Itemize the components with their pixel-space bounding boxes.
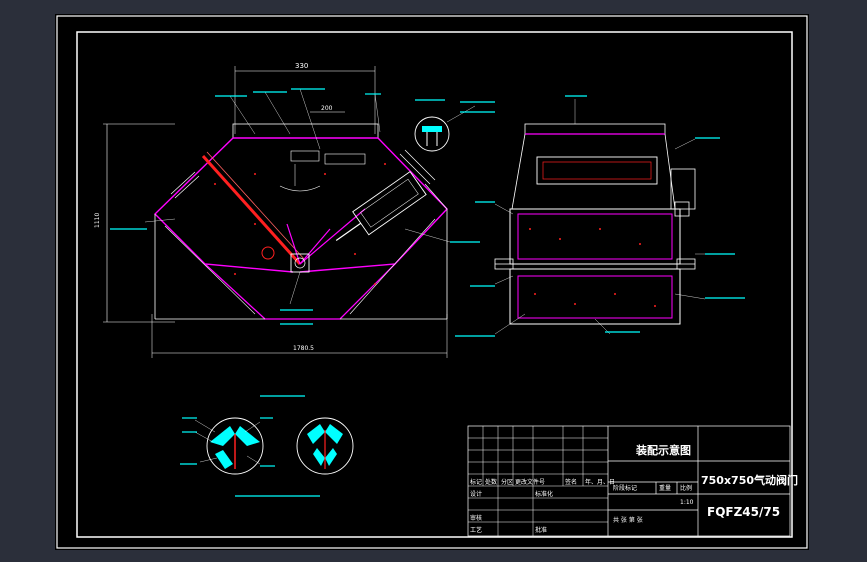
drawing-canvas: 330 200 1110 1780.5 装配示意图 750x750气动阀门 FQ… bbox=[56, 15, 808, 549]
field-review: 审核 bbox=[470, 514, 482, 522]
field-standardize: 标准化 bbox=[535, 490, 553, 498]
dim-top-width: 330 bbox=[295, 62, 308, 70]
dim-inner-width: 200 bbox=[321, 105, 333, 112]
field-designer: 设计 bbox=[470, 490, 482, 498]
field-scale: 比例 bbox=[680, 484, 692, 492]
drawing-code: FQFZ45/75 bbox=[707, 505, 780, 519]
field-count: 处数 bbox=[485, 478, 497, 486]
field-stage-mark: 阶段标记 bbox=[613, 484, 637, 492]
field-scale-value: 1:10 bbox=[680, 499, 694, 506]
field-sheets: 共 张 第 张 bbox=[613, 516, 643, 524]
field-marker: 标记 bbox=[470, 478, 482, 486]
cad-window: 330 200 1110 1780.5 装配示意图 750x750气动阀门 FQ… bbox=[0, 0, 867, 562]
outer-border bbox=[56, 15, 808, 549]
drawing-sheet: 330 200 1110 1780.5 装配示意图 750x750气动阀门 FQ… bbox=[55, 14, 809, 550]
front-view: 330 200 1110 1780.5 bbox=[94, 62, 480, 358]
field-zone: 分区 bbox=[501, 478, 513, 486]
field-approve: 批准 bbox=[535, 526, 547, 534]
field-weight: 重量 bbox=[659, 484, 671, 492]
field-change-doc: 更改文件号 bbox=[515, 478, 545, 486]
field-signature: 签名 bbox=[565, 478, 577, 486]
detail-view bbox=[414, 99, 495, 152]
product-name: 750x750气动阀门 bbox=[701, 473, 798, 487]
field-process: 工艺 bbox=[470, 526, 482, 534]
schematic-views bbox=[180, 395, 354, 497]
dim-left-height: 1110 bbox=[94, 213, 101, 228]
side-view bbox=[455, 95, 745, 337]
field-date: 年、月、日 bbox=[585, 478, 615, 486]
dim-bottom-width: 1780.5 bbox=[293, 345, 314, 352]
drawing-name: 装配示意图 bbox=[635, 443, 691, 457]
